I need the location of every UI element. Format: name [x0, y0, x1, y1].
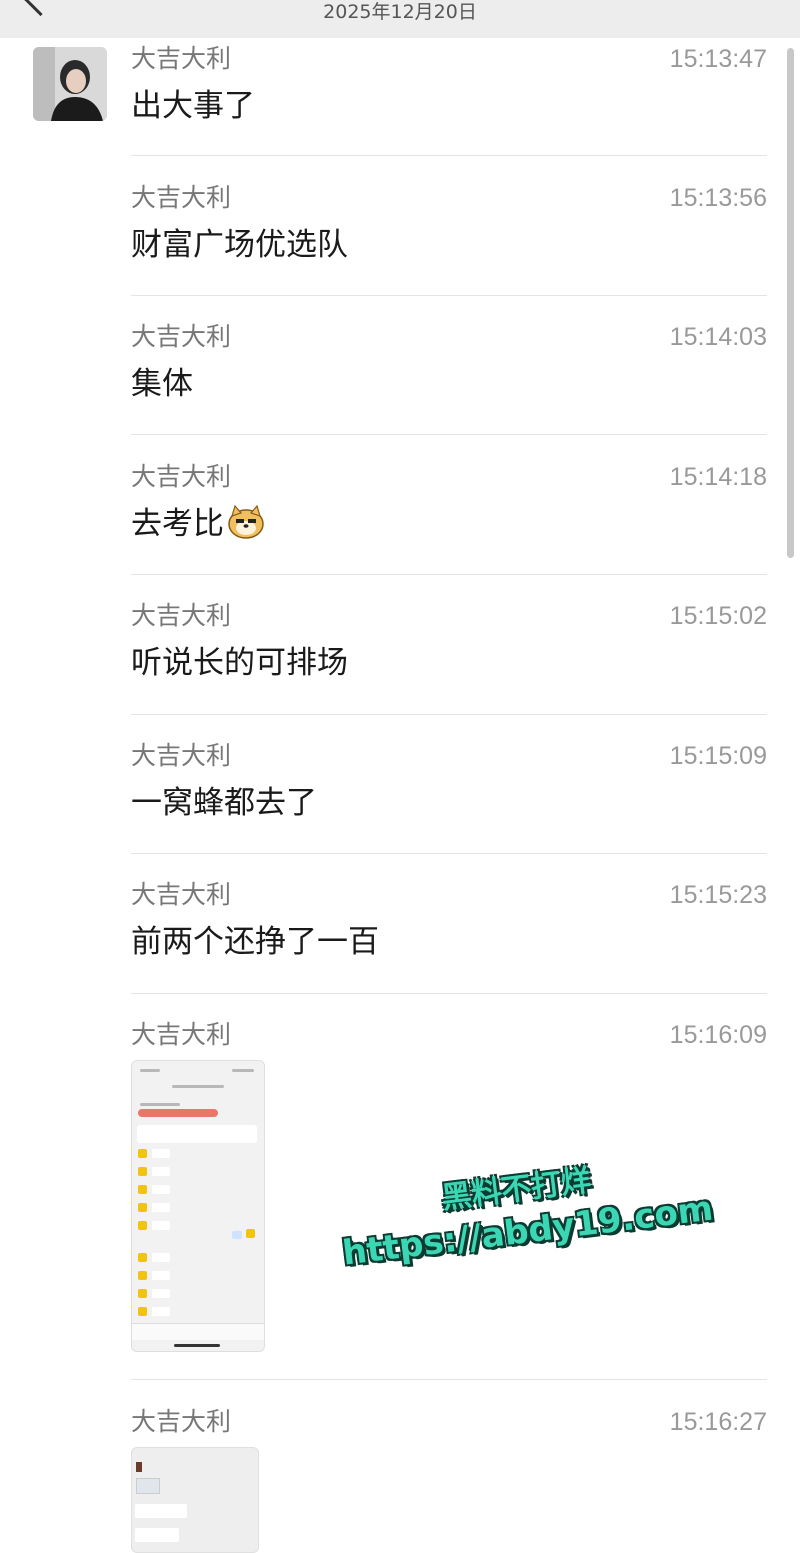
message-text: 前两个还挣了一百	[131, 924, 379, 960]
image-thumbnail[interactable]	[131, 1060, 265, 1352]
message-item[interactable]: 大吉大利 15:13:56 财富广场优选队	[131, 183, 767, 265]
doge-emoji-icon	[226, 504, 266, 540]
message-text: 听说长的可排场	[131, 645, 348, 681]
message-item[interactable]: 大吉大利 15:13:47 出大事了	[131, 44, 767, 126]
divider	[131, 853, 767, 854]
message-time: 15:16:09	[669, 1021, 767, 1049]
divider	[131, 574, 767, 575]
message-time: 15:13:47	[669, 45, 767, 73]
scrollbar[interactable]	[787, 48, 794, 558]
message-text: 出大事了	[131, 88, 255, 124]
message-time: 15:13:56	[669, 184, 767, 212]
message-text-row: 去考比	[131, 504, 767, 544]
divider	[131, 993, 767, 994]
message-time: 15:14:18	[669, 463, 767, 491]
message-text: 集体	[131, 366, 193, 402]
message-item[interactable]: 大吉大利 15:16:27	[131, 1407, 767, 1437]
message-item[interactable]: 大吉大利 15:14:18 去考比	[131, 462, 767, 544]
message-time: 15:16:27	[669, 1408, 767, 1436]
divider	[131, 155, 767, 156]
message-time: 15:15:09	[669, 742, 767, 770]
message-text: 财富广场优选队	[131, 227, 348, 263]
divider	[131, 1379, 767, 1380]
divider	[131, 434, 767, 435]
message-time: 15:14:03	[669, 323, 767, 351]
message-item[interactable]: 大吉大利 15:15:02 听说长的可排场	[131, 601, 767, 683]
message-item[interactable]: 大吉大利 15:16:09	[131, 1020, 767, 1050]
divider	[131, 295, 767, 296]
top-bar: 2025年12月20日	[0, 0, 800, 38]
message-item[interactable]: 大吉大利 15:15:09 一窝蜂都去了	[131, 741, 767, 823]
avatar[interactable]	[33, 47, 107, 121]
message-text: 一窝蜂都去了	[131, 785, 317, 821]
message-item[interactable]: 大吉大利 15:14:03 集体	[131, 322, 767, 404]
watermark: 黑料不打烊 https://abdy19.com	[333, 1129, 715, 1312]
message-text: 去考比	[131, 506, 224, 542]
divider	[131, 714, 767, 715]
image-thumbnail[interactable]	[131, 1447, 259, 1553]
chat-date: 2025年12月20日	[323, 1, 477, 23]
message-item[interactable]: 大吉大利 15:15:23 前两个还挣了一百	[131, 880, 767, 962]
message-time: 15:15:23	[669, 881, 767, 909]
message-time: 15:15:02	[669, 602, 767, 630]
